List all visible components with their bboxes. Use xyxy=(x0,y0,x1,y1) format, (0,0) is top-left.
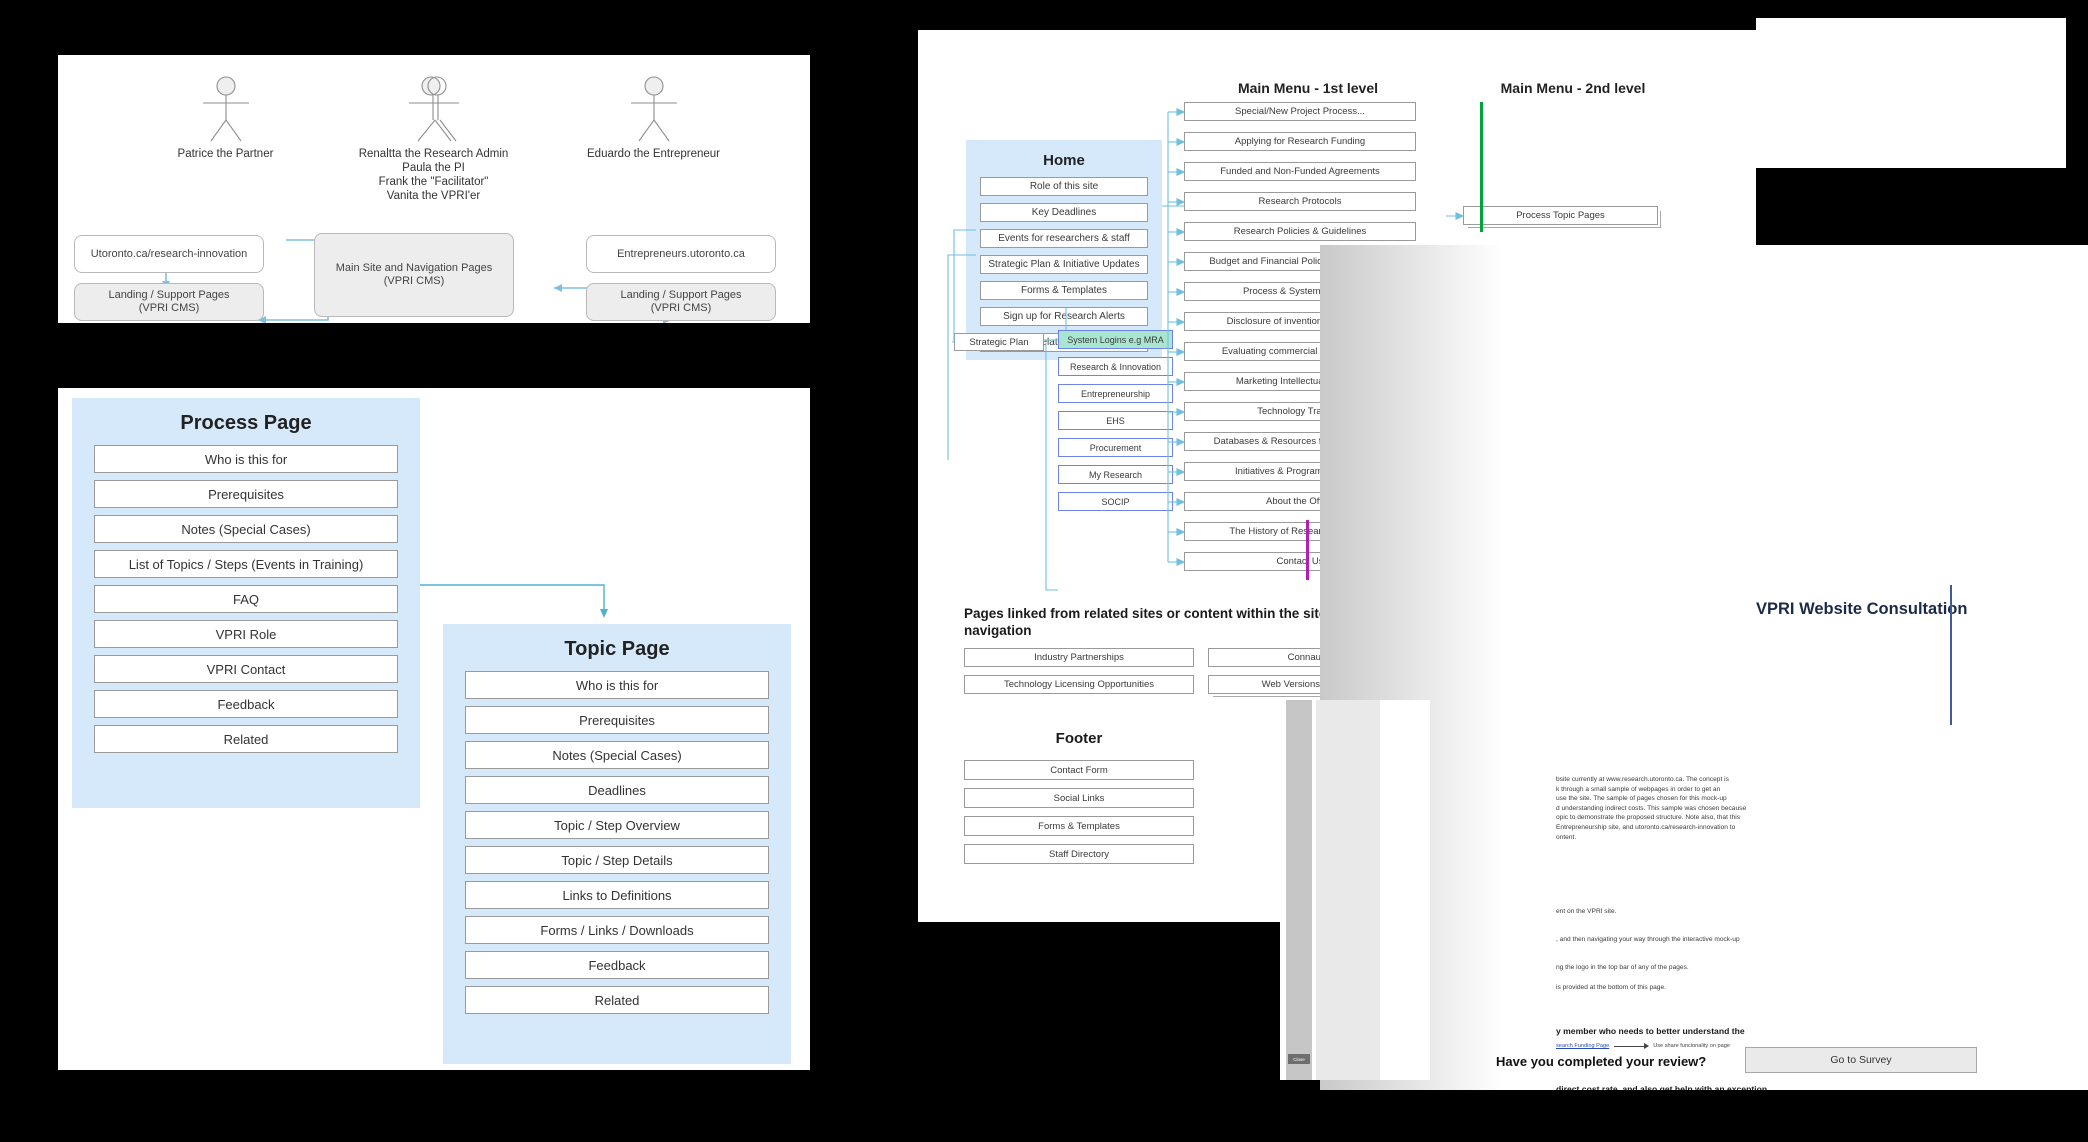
box-landing-support-right[interactable]: Landing / Support Pages (VPRI CMS) xyxy=(586,283,776,321)
home-item[interactable]: Events for researchers & staff xyxy=(980,229,1148,248)
box-utoronto-research-innovation[interactable]: Utoronto.ca/research-innovation xyxy=(74,235,264,273)
close-tag[interactable]: Close xyxy=(1288,1054,1310,1064)
bar-process-topic-green xyxy=(1480,102,1483,232)
home-item[interactable]: Strategic Plan & Initiative Updates xyxy=(980,255,1148,274)
stick-figure-group-icon xyxy=(326,75,541,143)
footer-item-node[interactable]: Social Links xyxy=(964,788,1194,808)
home-rows: Role of this site Key Deadlines Events for… xyxy=(966,177,1162,352)
topic-row[interactable]: Links to Definitions xyxy=(465,881,769,909)
second-level-node[interactable]: Process Topic Pages xyxy=(1463,206,1658,225)
process-page-card: Process Page Who is this for Prerequisite… xyxy=(72,398,420,808)
process-row[interactable]: VPRI Contact xyxy=(94,655,398,683)
box-landing-support-left[interactable]: Landing / Support Pages (VPRI CMS) xyxy=(74,283,264,321)
stick-figure-icon xyxy=(546,75,761,143)
related-site-node[interactable]: Research & Innovation xyxy=(1058,357,1173,376)
bar-landing-support-purple xyxy=(1306,520,1309,580)
topic-page-title: Topic Page xyxy=(564,638,670,660)
process-page-title: Process Page xyxy=(180,412,312,434)
flow-arrow-icon xyxy=(1614,1043,1650,1049)
document-panel: VPRI Website Consultation bsite currentl… xyxy=(1320,245,2088,1090)
footer-item-node[interactable]: Forms & Templates xyxy=(964,816,1194,836)
footer-item-node[interactable]: Contact Form xyxy=(964,760,1194,780)
related-site-node[interactable]: Procurement xyxy=(1058,438,1173,457)
personas-panel: Patrice the Partner Renaltta the Researc… xyxy=(58,55,810,323)
topic-row[interactable]: Forms / Links / Downloads xyxy=(465,916,769,944)
second-level-column-title: Main Menu - 2nd level xyxy=(1500,80,1646,96)
document-vertical-rule xyxy=(1950,585,1952,725)
page-templates-panel: Process Page Who is this for Prerequisite… xyxy=(58,388,810,1070)
flow-note: Use share funcionality on page xyxy=(1653,1043,1730,1049)
scenario-text: y member who needs to better understand … xyxy=(1556,1026,1745,1036)
document-title: VPRI Website Consultation xyxy=(1756,600,1968,618)
footer-heading: Footer xyxy=(1055,730,1103,747)
related-site-node[interactable]: System Logins e.g MRA xyxy=(1058,330,1173,349)
persona-patrice: Patrice the Partner xyxy=(118,75,333,161)
first-level-node[interactable]: Research Protocols xyxy=(1184,192,1416,211)
topic-row[interactable]: Topic / Step Overview xyxy=(465,811,769,839)
topic-row[interactable]: Deadlines xyxy=(465,776,769,804)
related-site-node[interactable]: EHS xyxy=(1058,411,1173,430)
home-item[interactable]: Sign up for Research Alerts xyxy=(980,307,1148,326)
related-site-node[interactable]: My Research xyxy=(1058,465,1173,484)
home-title: Home xyxy=(1043,152,1085,169)
first-level-node[interactable]: Special/New Project Process... xyxy=(1184,102,1416,121)
footer-item-node[interactable]: Staff Directory xyxy=(964,844,1194,864)
topic-page-rows: Who is this for Prerequisites Notes (Speci… xyxy=(443,671,791,1014)
process-row[interactable]: VPRI Role xyxy=(94,620,398,648)
topic-row[interactable]: Who is this for xyxy=(465,671,769,699)
stick-figure-icon xyxy=(118,75,333,143)
persona-label: Eduardo the Entrepreneur xyxy=(587,148,720,160)
persona-eduardo: Eduardo the Entrepreneur xyxy=(546,75,761,161)
first-level-node[interactable]: Research Policies & Guidelines xyxy=(1184,222,1416,241)
related-site-node[interactable]: SOCIP xyxy=(1058,492,1173,511)
home-item[interactable]: Forms & Templates xyxy=(980,281,1148,300)
survey-question: Have you completed your review? xyxy=(1496,1054,1707,1069)
box-entrepreneurs-utoronto[interactable]: Entrepreneurs.utoronto.ca xyxy=(586,235,776,273)
persona-group: Renaltta the Research Admin Paula the PI… xyxy=(326,75,541,203)
process-row[interactable]: Notes (Special Cases) xyxy=(94,515,398,543)
strip-secondary-panel xyxy=(1316,700,1380,1080)
process-row[interactable]: Feedback xyxy=(94,690,398,718)
process-page-rows: Who is this for Prerequisites Notes (Speci… xyxy=(72,445,420,753)
topic-row[interactable]: Topic / Step Details xyxy=(465,846,769,874)
home-card: Home Role of this site Key Deadlines Event… xyxy=(966,140,1162,360)
first-level-column-title: Main Menu - 1st level xyxy=(1237,80,1379,96)
first-level-node[interactable]: Funded and Non-Funded Agreements xyxy=(1184,162,1416,181)
first-level-node[interactable]: Applying for Research Funding xyxy=(1184,132,1416,151)
home-item[interactable]: Role of this site xyxy=(980,177,1148,196)
document-line-1: ent on the VPRI site. xyxy=(1556,908,1617,915)
scenario-text: direct cost rate, and also get help with… xyxy=(1556,1084,1768,1090)
persona-label: Renaltta the Research Admin Paula the PI… xyxy=(358,148,509,202)
go-to-survey-button[interactable]: Go to Survey xyxy=(1745,1047,1977,1073)
canvas: Patrice the Partner Renaltta the Researc… xyxy=(0,0,2088,1142)
home-item[interactable]: Key Deadlines xyxy=(980,203,1148,222)
process-row[interactable]: List of Topics / Steps (Events in Traini… xyxy=(94,550,398,578)
process-row[interactable]: Prerequisites xyxy=(94,480,398,508)
document-line-3: ng the logo in the top bar of any of the… xyxy=(1556,964,1689,971)
scrollbar-track[interactable] xyxy=(1286,700,1312,1080)
topic-row[interactable]: Feedback xyxy=(465,951,769,979)
topic-row[interactable]: Notes (Special Cases) xyxy=(465,741,769,769)
scenario-flow: search Funding Page Use share funcionalit… xyxy=(1556,1043,1730,1049)
related-site-node[interactable]: Entrepreneurship xyxy=(1058,384,1173,403)
node-strategic-plan[interactable]: Strategic Plan xyxy=(954,333,1044,351)
blank-card-panel xyxy=(1756,18,2066,168)
process-row[interactable]: Related xyxy=(94,725,398,753)
document-line-4: is provided at the bottom of this page. xyxy=(1556,984,1666,991)
topic-page-card: Topic Page Who is this for Prerequisites N… xyxy=(443,624,791,1064)
linked-page-left-node[interactable]: Technology Licensing Opportunities xyxy=(964,675,1194,694)
process-row[interactable]: FAQ xyxy=(94,585,398,613)
flow-link[interactable]: search Funding Page xyxy=(1556,1043,1609,1049)
scroll-strip-panel: Close xyxy=(1280,700,1430,1080)
process-row[interactable]: Who is this for xyxy=(94,445,398,473)
linked-page-left-node[interactable]: Industry Partnerships xyxy=(964,648,1194,667)
document-intro: bsite currently at www.research.utoronto… xyxy=(1556,776,1747,841)
topic-row[interactable]: Related xyxy=(465,986,769,1014)
topic-row[interactable]: Prerequisites xyxy=(465,706,769,734)
persona-label: Patrice the Partner xyxy=(177,148,274,160)
document-line-2: , and then navigating your way through t… xyxy=(1556,936,1740,943)
box-main-site-navigation[interactable]: Main Site and Navigation Pages (VPRI CMS… xyxy=(314,233,514,317)
